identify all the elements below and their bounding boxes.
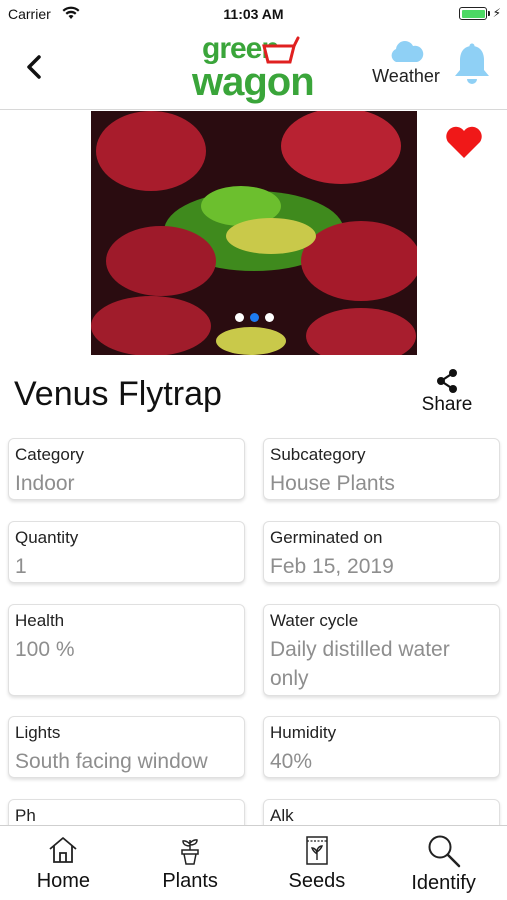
potted-plant-icon (181, 839, 199, 865)
nav-bar: green wagon Weather (0, 28, 507, 110)
green-wagon-logo: green wagon (190, 32, 320, 106)
carousel-dot[interactable] (264, 313, 274, 322)
clock: 11:03 AM (223, 6, 284, 22)
share-label: Share (421, 394, 473, 415)
detail-key: Alk (270, 806, 294, 825)
tab-label: Plants (162, 870, 218, 892)
tab-bar: Home Plants Seeds Identify (0, 825, 507, 900)
chevron-left-icon[interactable] (20, 52, 50, 82)
detail-value: House Plants (270, 472, 395, 495)
share-button[interactable]: Share (414, 368, 480, 420)
detail-card-lights: Lights South facing window (8, 716, 245, 778)
detail-card-health: Health 100 % (8, 604, 245, 696)
detail-key: Ph (15, 806, 36, 825)
detail-key: Subcategory (270, 445, 366, 464)
detail-key: Category (15, 445, 84, 464)
heart-icon[interactable] (444, 124, 484, 160)
detail-value: Indoor (15, 472, 75, 495)
detail-value: Daily distilled water only (270, 638, 450, 690)
details-scroll[interactable]: Category Indoor Subcategory House Plants… (0, 430, 507, 826)
detail-card-category: Category Indoor (8, 438, 245, 500)
detail-card-germinated-on: Germinated on Feb 15, 2019 (263, 521, 500, 583)
detail-card-water-cycle: Water cycle Daily distilled water only (263, 604, 500, 696)
weather-button[interactable]: Weather (366, 40, 446, 100)
detail-value: 100 % (15, 638, 75, 661)
detail-value: Feb 15, 2019 (270, 555, 394, 578)
detail-value: South facing window (15, 750, 208, 773)
cloud-icon (391, 41, 424, 62)
plant-photo-carousel[interactable] (91, 111, 417, 355)
logo-word-wagon: wagon (192, 60, 315, 104)
tab-plants[interactable]: Plants (127, 826, 254, 900)
detail-key: Humidity (270, 723, 337, 742)
detail-value: 40% (270, 750, 313, 773)
tab-seeds[interactable]: Seeds (254, 826, 381, 900)
carousel-dot-active[interactable] (249, 313, 259, 322)
detail-value: 1 (15, 555, 27, 578)
detail-key: Health (15, 611, 65, 630)
carousel-dot[interactable] (234, 313, 244, 322)
magnifier-icon (428, 835, 460, 868)
tab-label: Seeds (288, 870, 346, 892)
tab-label: Home (36, 870, 91, 892)
detail-card-subcategory: Subcategory House Plants (263, 438, 500, 500)
bell-icon[interactable] (452, 42, 492, 88)
detail-key: Lights (15, 723, 61, 742)
share-icon (437, 369, 457, 393)
detail-key: Quantity (15, 528, 79, 547)
carousel-dots (91, 309, 417, 327)
tab-identify[interactable]: Identify (380, 826, 507, 900)
detail-card-quantity: Quantity 1 (8, 521, 245, 583)
status-bar: Carrier 11:03 AM ⚡ (0, 0, 507, 28)
detail-card-humidity: Humidity 40% (263, 716, 500, 778)
battery-icon (459, 7, 487, 20)
seed-packet-icon (306, 836, 328, 865)
detail-card-alk: Alk (263, 799, 500, 826)
detail-key: Germinated on (270, 528, 383, 547)
charging-icon: ⚡ (492, 6, 501, 20)
tab-label: Identify (411, 872, 476, 894)
home-icon (49, 837, 77, 863)
weather-label: Weather (372, 66, 440, 86)
tab-home[interactable]: Home (0, 826, 127, 900)
plant-name: Venus Flytrap (14, 375, 222, 413)
detail-card-ph: Ph (8, 799, 245, 826)
detail-key: Water cycle (270, 611, 359, 630)
